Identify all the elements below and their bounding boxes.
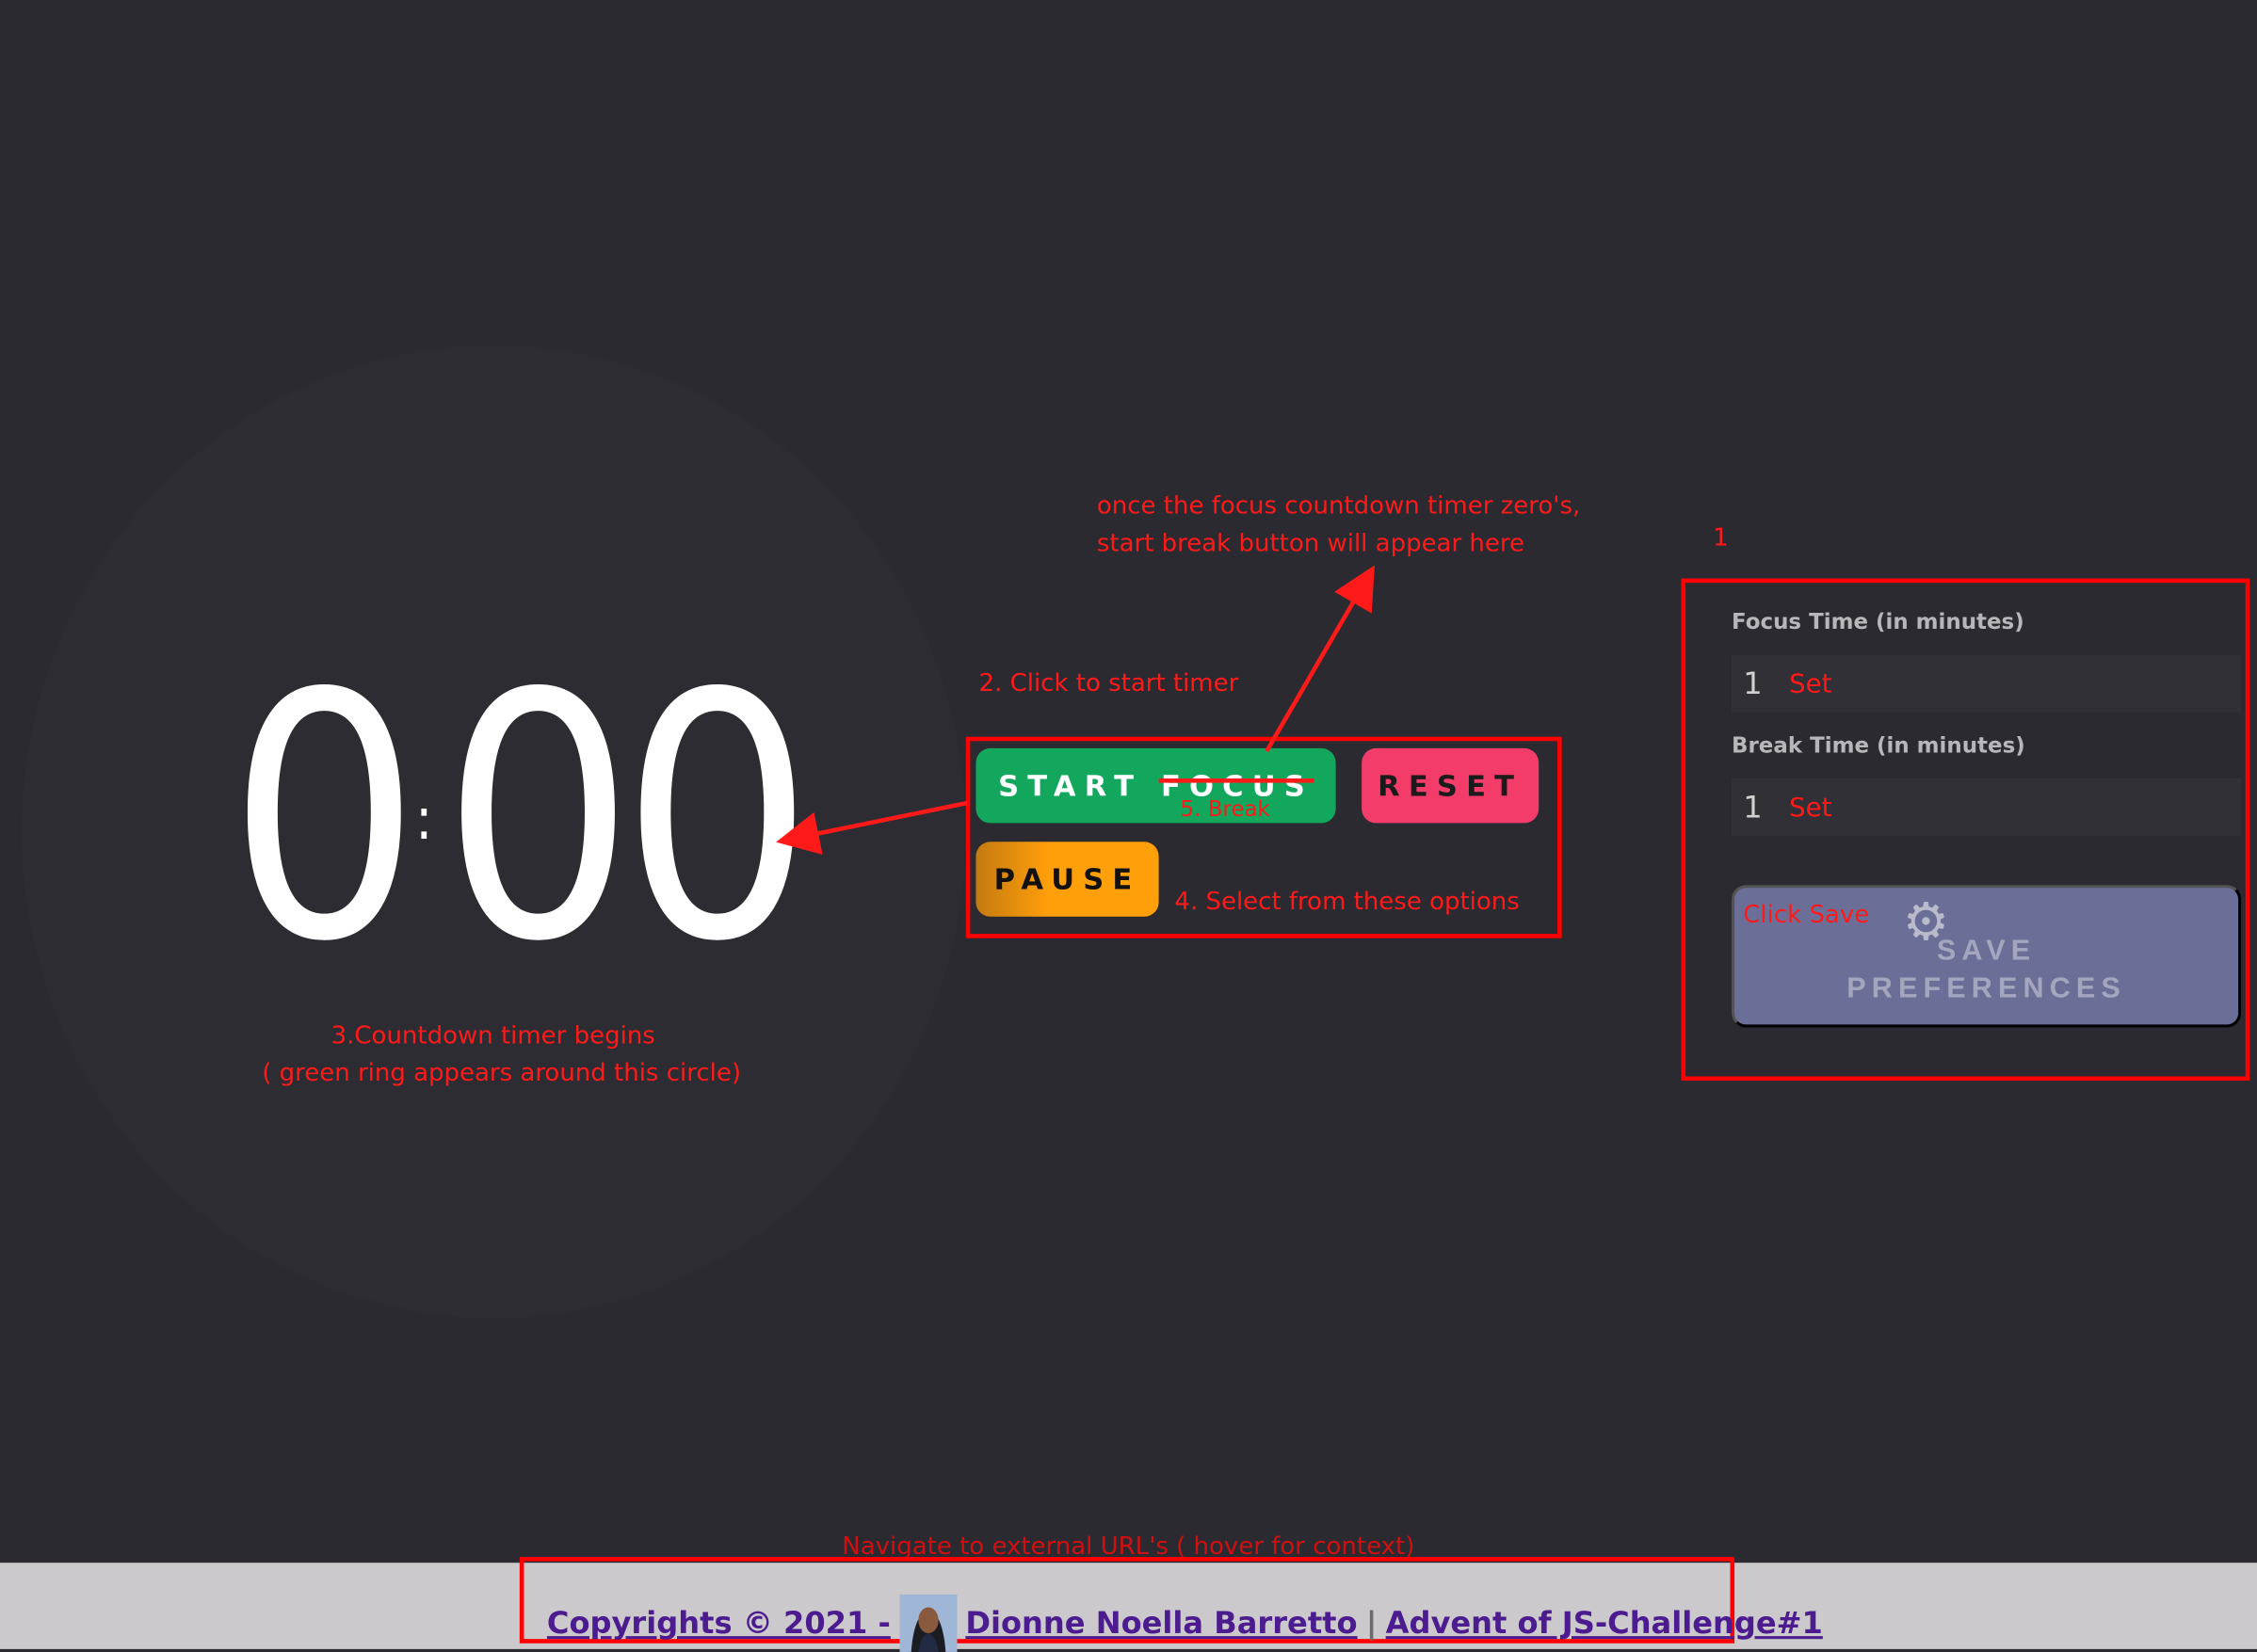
- footer-separator: |: [1365, 1606, 1378, 1641]
- strike-through-mark: [1158, 778, 1314, 783]
- focus-time-field[interactable]: 1 Set: [1732, 654, 2242, 713]
- gear-icon: ⚙: [1902, 893, 1950, 953]
- focus-time-label: Focus Time (in minutes): [1732, 608, 2024, 635]
- break-time-label: Break Time (in minutes): [1732, 732, 2025, 759]
- challenge-link[interactable]: Advent of JS-Challenge#1: [1386, 1606, 1823, 1641]
- annotation-3: 3.Countdown timer begins: [331, 1018, 655, 1055]
- focus-time-value[interactable]: 1: [1743, 666, 1789, 701]
- annotation-top-line1: once the focus countdown timer zero's,: [1096, 491, 1581, 521]
- copyright-text: Copyrights © 2021 -: [546, 1606, 891, 1641]
- annotation-click-save: Click Save: [1743, 900, 1870, 930]
- save-label-line2: PREFERENCES: [1846, 972, 2126, 1005]
- annotation-1: 1: [1713, 523, 1729, 553]
- annotation-2: 2. Click to start timer: [978, 668, 1239, 698]
- reset-button[interactable]: RESET: [1362, 747, 1540, 824]
- annotation-top-line2: start break button will appear here: [1096, 529, 1524, 559]
- arrow-to-top-note: [1265, 565, 1375, 753]
- annotation-3-line1: 3.Countdown timer begins: [330, 1021, 655, 1051]
- copyright-link[interactable]: Copyrights © 2021 -: [547, 1606, 891, 1641]
- annotation-5: 5. Break: [1180, 795, 1270, 822]
- timer-colon: :: [415, 787, 433, 854]
- timer-seconds: 00: [441, 622, 814, 1017]
- annotation-4: 4. Select from these options: [1174, 888, 1520, 917]
- author-link[interactable]: Dionne Noella Barretto: [965, 1606, 1357, 1641]
- break-time-value[interactable]: 1: [1743, 790, 1789, 825]
- author-avatar: [899, 1594, 958, 1652]
- focus-set-annotation: Set: [1789, 668, 1832, 699]
- stage: 0 : 00 3.Countdown timer begins ( green …: [0, 0, 2257, 1652]
- break-set-annotation: Set: [1789, 792, 1832, 823]
- timer-minutes: 0: [227, 622, 422, 1017]
- annotation-3b: ( green ring appears around this circle): [262, 1059, 741, 1088]
- countdown-display: 0 : 00: [227, 622, 814, 1017]
- break-time-field[interactable]: 1 Set: [1732, 778, 2242, 837]
- footer-links: Copyrights © 2021 - Dionne Noella Barret…: [547, 1594, 1823, 1652]
- start-focus-button[interactable]: START FOCUS: [975, 747, 1336, 824]
- pause-button[interactable]: PAUSE: [975, 842, 1159, 917]
